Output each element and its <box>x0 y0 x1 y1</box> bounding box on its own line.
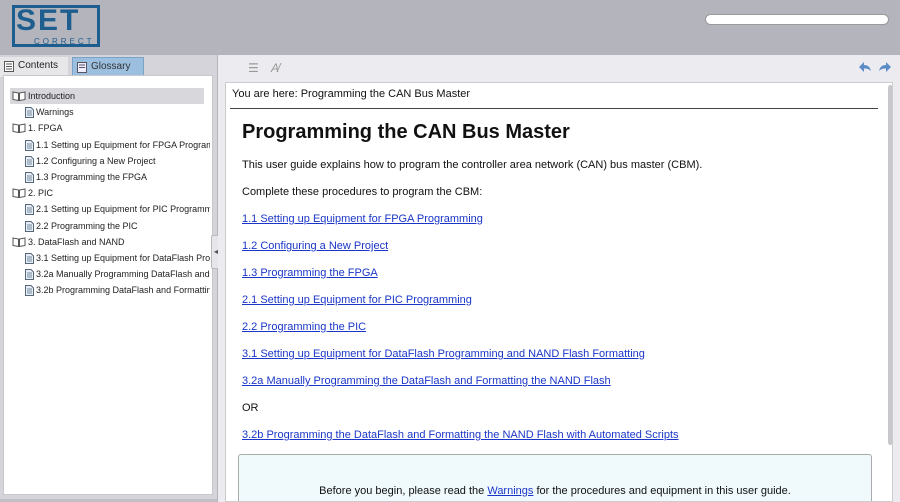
page-icon <box>25 204 34 216</box>
note-after: for the procedures and equipment in this… <box>533 485 791 497</box>
book-icon <box>12 91 26 101</box>
toc-item[interactable]: 1.1 Setting up Equipment for FPGA Progra… <box>23 137 210 153</box>
topic-pane: ☰ A̸ You are here: Programming the CAN B… <box>218 55 900 502</box>
toc-item[interactable]: Introduction <box>10 88 204 104</box>
navigation-pane: Contents Glossary Introduction Warnings 1.… <box>0 55 217 502</box>
toc-item[interactable]: 3.2a Manually Programming DataFlash and … <box>23 266 210 282</box>
procedures-intro: Complete these procedures to program the… <box>242 186 483 198</box>
tab-glossary-label: Glossary <box>91 61 131 72</box>
tab-contents[interactable]: Contents <box>0 57 68 77</box>
toc-item-label: 1.2 Configuring a New Project <box>36 155 156 166</box>
intro-text: This user guide explains how to program … <box>242 159 703 171</box>
topic-content: You are here: Programming the CAN Bus Ma… <box>225 82 893 502</box>
page-icon <box>25 155 34 167</box>
toc-item-label: 3.1 Setting up Equipment for DataFlash P… <box>36 253 210 263</box>
page-icon <box>25 139 34 151</box>
breadcrumb: You are here: Programming the CAN Bus Ma… <box>232 88 471 100</box>
toc-item[interactable]: 2. PIC <box>10 185 210 201</box>
vertical-scrollbar[interactable] <box>888 85 892 445</box>
procedure-link[interactable]: 3.2b Programming the DataFlash and Forma… <box>242 429 679 441</box>
logo-sub: CORRECT <box>34 37 95 46</box>
book-icon <box>12 188 26 199</box>
logo-word: SET <box>16 4 81 37</box>
page-icon <box>25 269 34 281</box>
forward-arrow-icon[interactable] <box>878 61 892 73</box>
toc-item-label: Warnings <box>36 107 74 118</box>
page-icon <box>25 107 34 119</box>
toc-item-label: 1.3 Programming the FPGA <box>36 172 148 182</box>
topic-toolbar: ☰ A̸ <box>218 55 900 81</box>
toc-item[interactable]: Warnings <box>23 104 210 120</box>
print-icon[interactable]: ☰ <box>248 61 259 75</box>
procedure-link[interactable]: 1.1 Setting up Equipment for FPGA Progra… <box>242 213 483 225</box>
page-title: Programming the CAN Bus Master <box>242 121 570 143</box>
book-icon <box>12 123 26 134</box>
contents-icon <box>4 61 14 72</box>
page-icon <box>25 172 34 183</box>
or-text: OR <box>242 402 259 414</box>
search-input[interactable] <box>705 14 889 25</box>
header: SET CORRECT <box>0 0 900 55</box>
warnings-link[interactable]: Warnings <box>487 485 533 497</box>
toc-item-label: 1. FPGA <box>28 123 63 134</box>
warning-note: Before you begin, please read the Warnin… <box>238 454 872 501</box>
procedure-link[interactable]: 1.2 Configuring a New Project <box>242 240 388 252</box>
toc-item-label: Introduction <box>28 91 76 101</box>
page-icon <box>25 285 34 297</box>
toc-item[interactable]: 3.1 Setting up Equipment for DataFlash P… <box>23 250 210 266</box>
tab-glossary[interactable]: Glossary <box>72 57 144 77</box>
procedure-link[interactable]: 3.1 Setting up Equipment for DataFlash P… <box>242 348 645 360</box>
procedure-link[interactable]: 1.3 Programming the FPGA <box>242 267 378 279</box>
procedure-link[interactable]: 3.2a Manually Programming the DataFlash … <box>242 375 611 387</box>
toc-item-label: 2.1 Setting up Equipment for PIC Program… <box>36 204 210 215</box>
back-arrow-icon[interactable] <box>858 61 872 73</box>
toc-item[interactable]: 1. FPGA <box>10 120 210 136</box>
toc-item-label: 2.2 Programming the PIC <box>36 220 138 231</box>
page-icon <box>25 220 34 232</box>
page-icon <box>25 253 34 264</box>
set-correct-logo[interactable]: SET CORRECT <box>12 5 100 47</box>
breadcrumb-divider <box>230 108 878 109</box>
toc-item[interactable]: 1.2 Configuring a New Project <box>23 153 210 169</box>
procedure-link[interactable]: 2.1 Setting up Equipment for PIC Program… <box>242 294 472 306</box>
toc-item-label: 3. DataFlash and NAND <box>28 236 125 247</box>
book-icon <box>12 237 26 247</box>
toc-item[interactable]: 2.1 Setting up Equipment for PIC Program… <box>23 201 210 217</box>
tab-contents-label: Contents <box>18 60 59 71</box>
glossary-icon <box>77 62 87 73</box>
toc-item[interactable]: 3. DataFlash and NAND <box>10 234 210 250</box>
remove-highlight-icon[interactable]: A̸ <box>271 61 279 75</box>
nav-tabs: Contents Glossary <box>0 55 217 77</box>
toc-item-label: 3.2a Manually Programming DataFlash and … <box>36 269 210 280</box>
toc-item-label: 1.1 Setting up Equipment for FPGA Progra… <box>36 139 210 150</box>
toc-item-label: 2. PIC <box>28 188 54 199</box>
toc-item[interactable]: 1.3 Programming the FPGA <box>23 169 210 185</box>
table-of-contents: Introduction Warnings 1. FPGA 1.1 Setting u… <box>3 75 213 495</box>
procedure-link[interactable]: 2.2 Programming the PIC <box>242 321 366 333</box>
toc-item-label: 3.2b Programming DataFlash and Formattin… <box>36 285 210 296</box>
note-before: Before you begin, please read the <box>319 485 488 497</box>
toc-item[interactable]: 3.2b Programming DataFlash and Formattin… <box>23 282 210 298</box>
toc-item[interactable]: 2.2 Programming the PIC <box>23 218 210 234</box>
note-text: Before you begin, please read the Warnin… <box>239 485 871 497</box>
